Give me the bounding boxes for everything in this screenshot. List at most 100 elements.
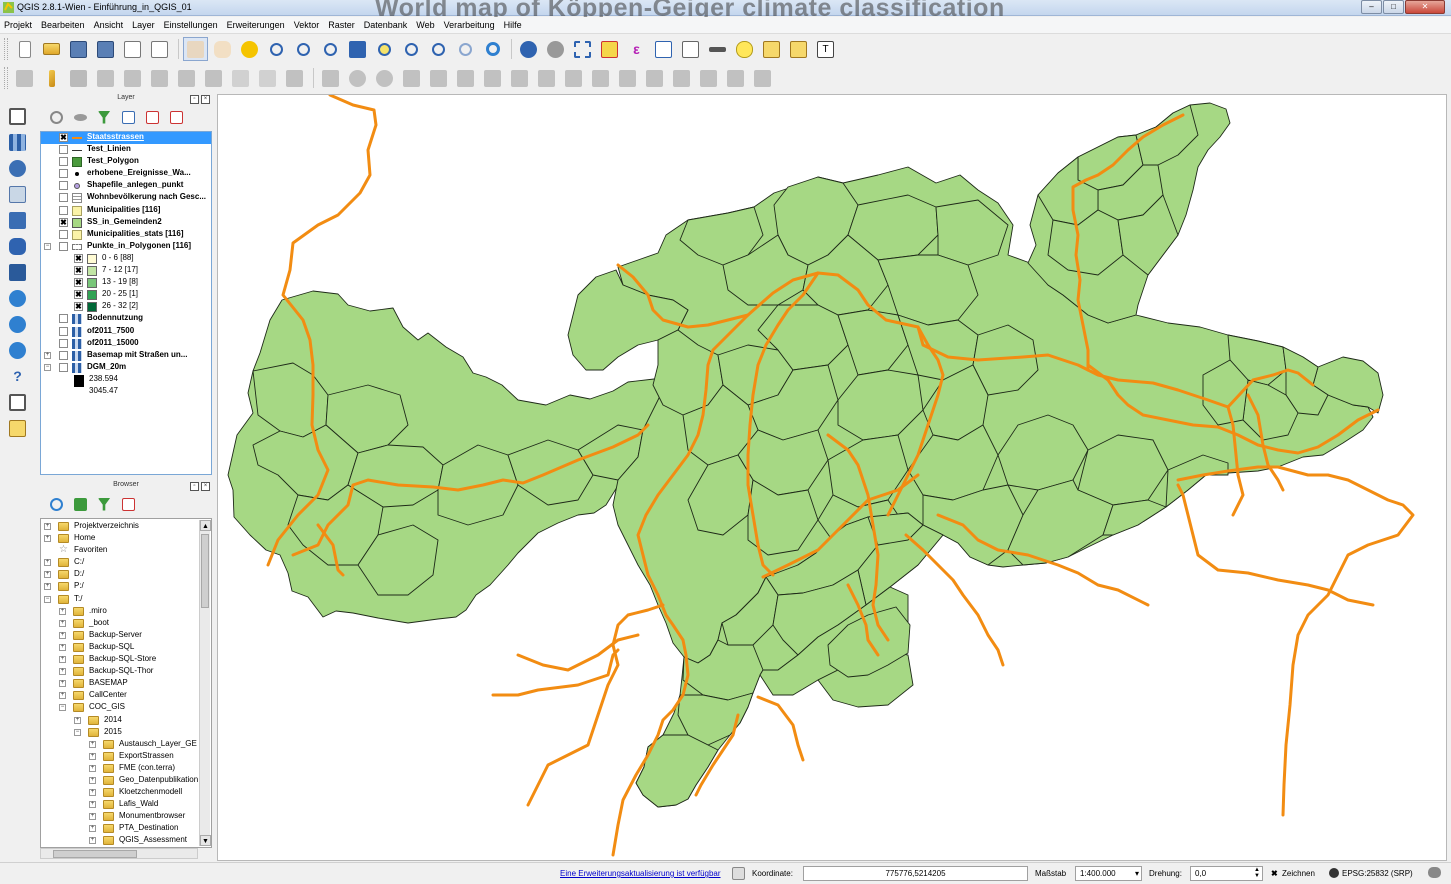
expand-toggle-icon[interactable]: + — [89, 752, 96, 760]
layer-visibility-checkbox[interactable]: ✖ — [74, 290, 83, 300]
expand-toggle-icon[interactable]: + — [44, 523, 51, 530]
expand-toggle-icon[interactable]: − — [74, 728, 81, 736]
layer-item[interactable]: erhobene_Ereignisse_Wa... — [41, 168, 211, 180]
layer-visibility-checkbox[interactable]: ✖ — [74, 302, 83, 312]
enable-snapping-button[interactable] — [318, 66, 343, 90]
add-delimited-text-button[interactable]: ? — [5, 364, 30, 388]
layer-item[interactable]: Municipalities [116] — [41, 205, 211, 217]
offset-curve-button[interactable] — [615, 66, 640, 90]
browser-horizontal-scrollbar[interactable] — [40, 848, 198, 859]
browser-item[interactable]: + ExportStrassen — [41, 751, 211, 763]
browser-item[interactable]: + Monumentbrowser — [41, 811, 211, 823]
deselect-button[interactable] — [597, 37, 622, 61]
merge-features-button[interactable] — [696, 66, 721, 90]
layer-item[interactable]: − DGM_20m — [41, 362, 211, 374]
browser-item[interactable]: + Backup-SQL — [41, 642, 211, 654]
add-feature-button[interactable] — [93, 66, 118, 90]
map-svg[interactable] — [218, 95, 1447, 861]
open-project-button[interactable] — [39, 37, 64, 61]
browser-item[interactable]: + Backup-SQL-Thor — [41, 666, 211, 678]
redo-button[interactable] — [372, 66, 397, 90]
expand-toggle-icon[interactable]: + — [59, 692, 66, 700]
browser-item[interactable]: + BASEMAP — [41, 678, 211, 690]
layer-visibility-checkbox[interactable]: ✖ — [59, 217, 68, 227]
browser-item[interactable]: + PTA_Destination — [41, 823, 211, 835]
layer-item[interactable]: of2011_7500 — [41, 326, 211, 338]
undo-button[interactable] — [345, 66, 370, 90]
browser-vertical-scrollbar[interactable]: ▲ ▼ — [199, 520, 211, 846]
browser-item[interactable]: + Geo_Datenpublikation — [41, 775, 211, 787]
layer-item[interactable]: ✖ SS_in_Gemeinden2 — [41, 217, 211, 229]
current-edits-button[interactable] — [12, 66, 37, 90]
layer-item[interactable]: Test_Polygon — [41, 156, 211, 168]
add-part-button[interactable] — [480, 66, 505, 90]
new-project-button[interactable] — [12, 37, 37, 61]
expand-toggle-icon[interactable]: − — [59, 704, 66, 712]
expand-toggle-icon[interactable]: − — [44, 363, 51, 371]
delete-selected-button[interactable] — [174, 66, 199, 90]
browser-item[interactable]: + _boot — [41, 618, 211, 630]
layer-visibility-checkbox[interactable] — [59, 326, 68, 336]
collapse-all-button[interactable] — [141, 107, 163, 127]
expand-toggle-icon[interactable]: + — [89, 789, 96, 797]
expand-toggle-icon[interactable]: + — [44, 351, 51, 359]
browser-item[interactable]: − COC_GIS — [41, 702, 211, 714]
layer-item[interactable]: Test_Linien — [41, 144, 211, 156]
crs-globe-icon[interactable] — [1329, 868, 1339, 878]
float-panel-button[interactable]: ▫ — [190, 482, 199, 491]
zoom-full-button[interactable] — [345, 37, 370, 61]
pan-to-selection-button[interactable] — [237, 37, 262, 61]
measure-button[interactable] — [705, 37, 730, 61]
layer-item[interactable]: Shapefile_anlegen_punkt — [41, 180, 211, 192]
expand-toggle-icon[interactable]: + — [44, 559, 51, 567]
layer-item[interactable]: ✖ 26 - 32 [2] — [41, 301, 211, 313]
expand-toggle-icon[interactable]: + — [59, 656, 66, 664]
browser-refresh-button[interactable] — [45, 494, 67, 514]
browser-item[interactable]: + .miro — [41, 606, 211, 618]
crs-status[interactable]: EPSG:25832 (SRP) — [1342, 869, 1413, 878]
menu-ansicht[interactable]: Ansicht — [94, 20, 124, 30]
save-edits-button[interactable] — [66, 66, 91, 90]
add-db2-layer-button[interactable] — [5, 260, 30, 284]
layer-visibility-checkbox[interactable] — [59, 229, 68, 239]
expand-toggle-icon[interactable]: + — [59, 643, 66, 651]
map-canvas[interactable] — [217, 94, 1447, 861]
move-feature-button[interactable] — [120, 66, 145, 90]
layer-visibility-checkbox[interactable]: ✖ — [59, 133, 68, 142]
expand-toggle-icon[interactable]: + — [44, 583, 51, 591]
browser-item[interactable]: + Backup-SQL-Store — [41, 654, 211, 666]
node-tool-button[interactable] — [147, 66, 172, 90]
render-checkbox[interactable]: ✖ — [1271, 869, 1278, 878]
layer-visibility-checkbox[interactable] — [59, 181, 68, 191]
zoom-in-button[interactable] — [264, 37, 289, 61]
browser-item[interactable]: + D:/ — [41, 569, 211, 581]
browser-item[interactable]: + C:/ — [41, 557, 211, 569]
show-bookmarks-button[interactable] — [786, 37, 811, 61]
new-composer-button[interactable] — [120, 37, 145, 61]
browser-item[interactable]: + QGIS_Assessment — [41, 835, 211, 847]
run-action-button[interactable] — [543, 37, 568, 61]
menu-datenbank[interactable]: Datenbank — [364, 20, 408, 30]
expand-toggle-icon[interactable]: + — [59, 619, 66, 627]
layer-item[interactable]: 3045.47 — [41, 386, 211, 398]
browser-item[interactable]: + FME (con.terra) — [41, 763, 211, 775]
layer-item[interactable]: + Basemap mit Straßen un... — [41, 350, 211, 362]
scale-combobox[interactable]: 1:400.000 ▾ — [1075, 866, 1142, 881]
merge-attributes-button[interactable] — [723, 66, 748, 90]
coordinate-toggle-icon[interactable] — [732, 867, 745, 880]
expand-toggle-icon[interactable]: + — [89, 813, 96, 821]
filter-legend-button[interactable] — [93, 107, 115, 127]
add-raster-layer-button[interactable] — [5, 130, 30, 154]
add-wfs-layer-button[interactable] — [5, 338, 30, 362]
layer-visibility-checkbox[interactable] — [59, 169, 68, 179]
scroll-down-arrow[interactable]: ▼ — [200, 835, 211, 846]
cut-features-button[interactable] — [201, 66, 226, 90]
new-shapefile-button[interactable] — [5, 390, 30, 414]
add-spatialite-layer-button[interactable] — [5, 182, 30, 206]
messages-icon[interactable] — [1428, 867, 1441, 878]
delete-ring-button[interactable] — [534, 66, 559, 90]
pan-touch-button[interactable] — [183, 37, 208, 61]
rotate-point-button[interactable] — [750, 66, 775, 90]
browser-item[interactable]: − T:/ — [41, 594, 211, 606]
zoom-out-button[interactable] — [291, 37, 316, 61]
